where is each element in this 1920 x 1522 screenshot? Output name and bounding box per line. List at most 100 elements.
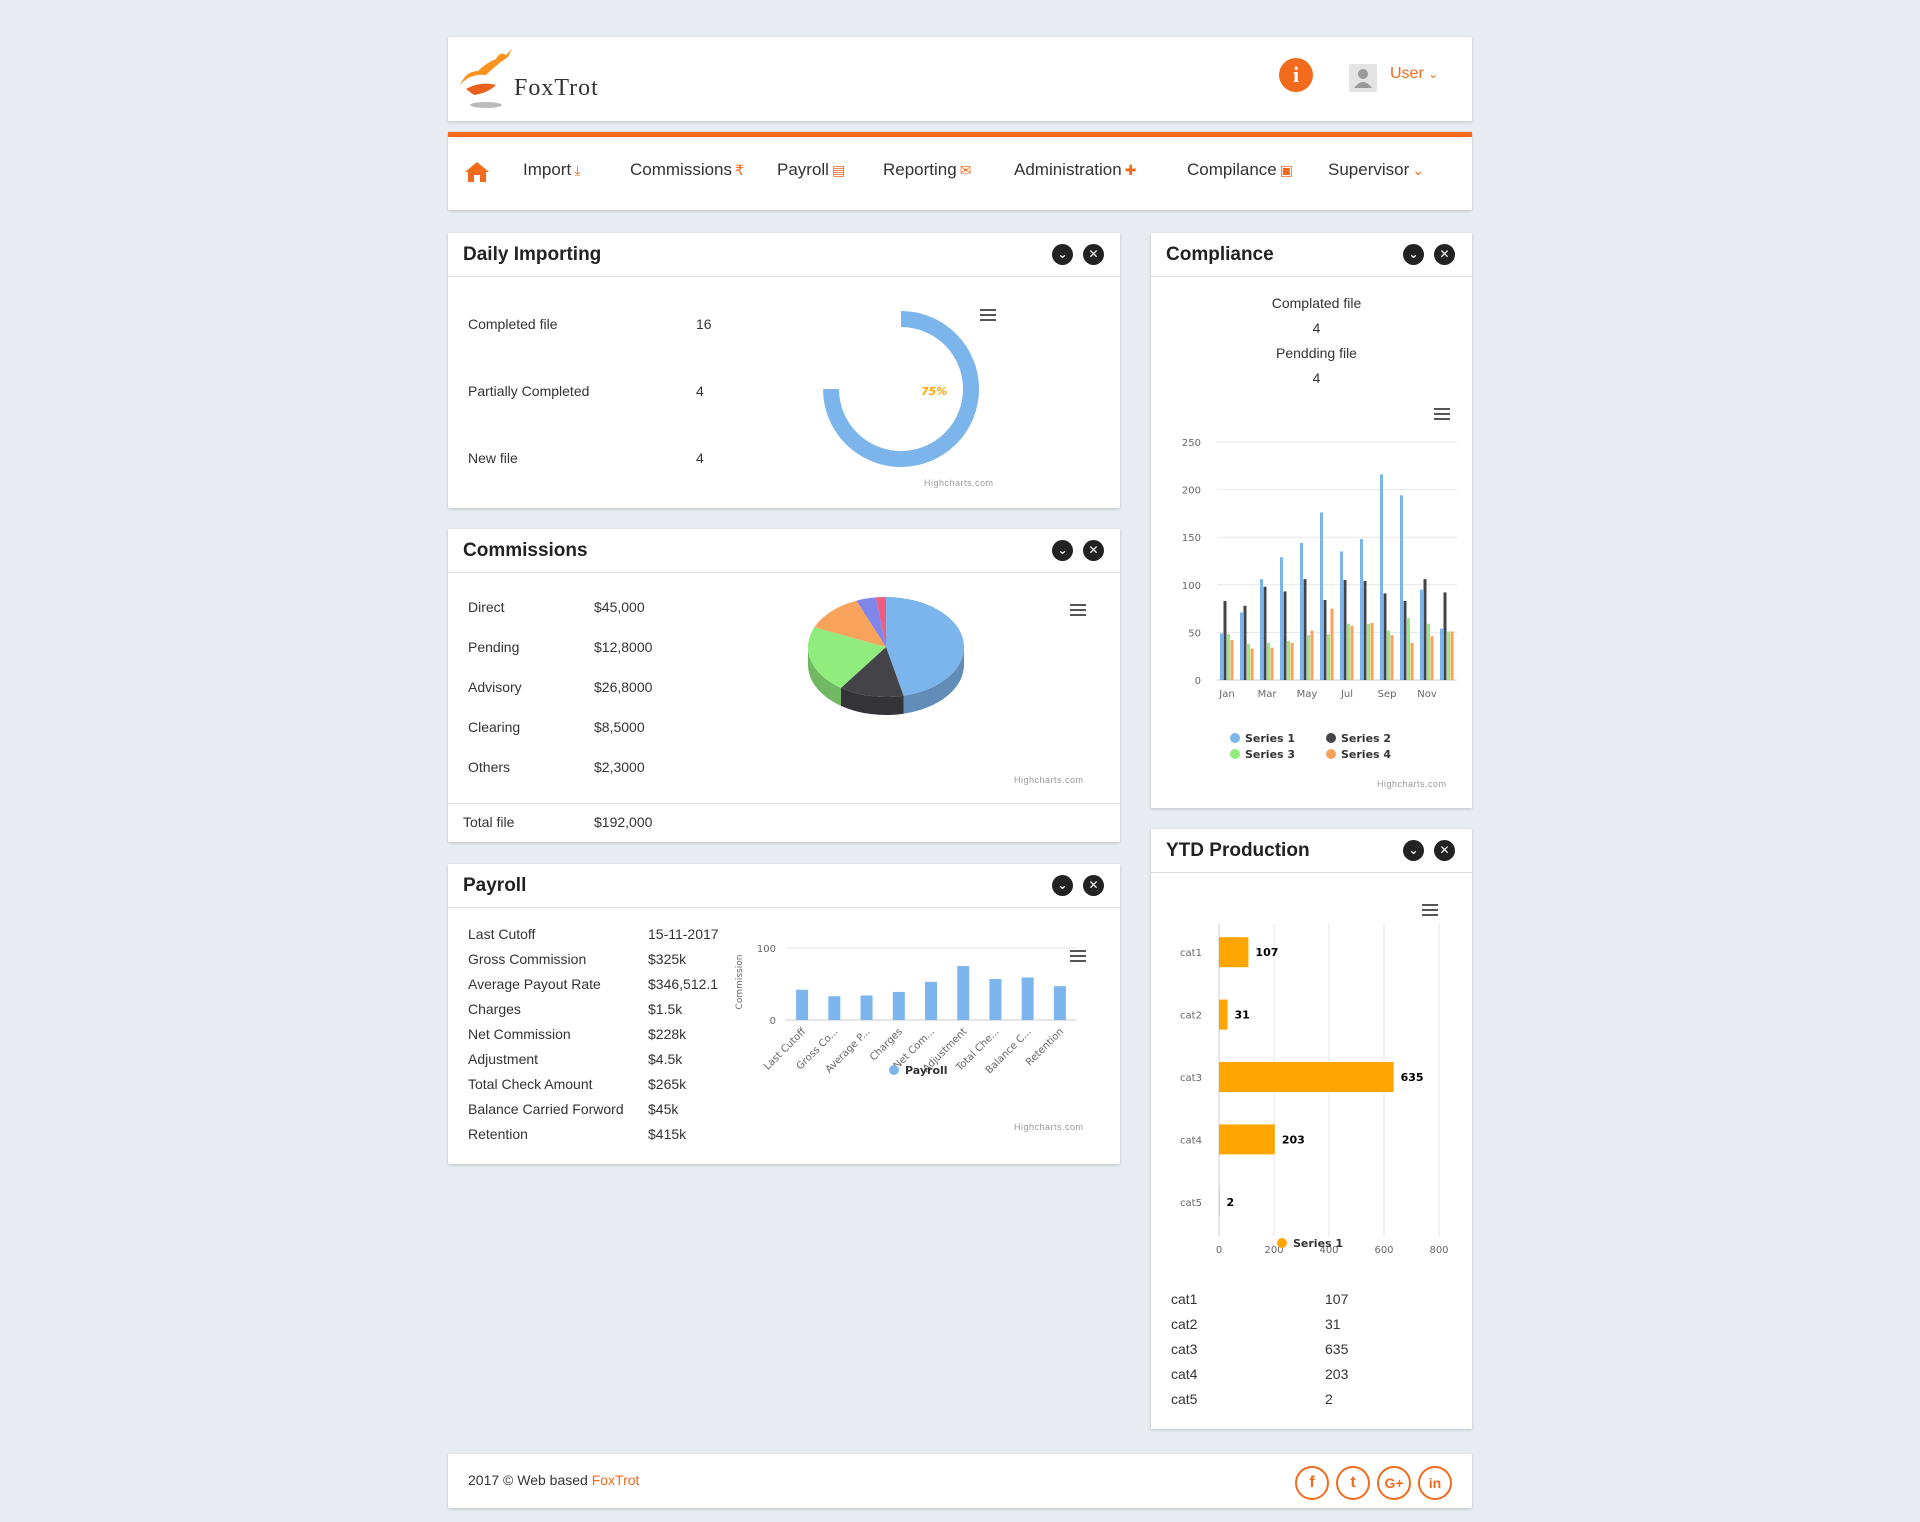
legend-marker <box>1326 733 1336 743</box>
compliance-bar <box>1420 589 1423 680</box>
collapse-icon[interactable]: ⌄ <box>1052 540 1073 561</box>
highcharts-credit[interactable]: Highcharts.com <box>1014 1122 1084 1132</box>
close-icon[interactable]: ✕ <box>1083 875 1104 896</box>
y-tick-label: cat3 <box>1180 1073 1202 1084</box>
legend-label[interactable]: Payroll <box>905 1064 948 1077</box>
compliance-bar <box>1230 640 1234 680</box>
compliance-bar <box>1367 623 1370 680</box>
compliance-bar <box>1323 600 1327 680</box>
compliance-bar <box>1350 625 1354 680</box>
compliance-bar <box>1447 631 1450 680</box>
row-value: $26,8000 <box>594 679 653 695</box>
y-tick-label: 50 <box>1188 628 1201 639</box>
collapse-icon[interactable]: ⌄ <box>1052 244 1073 265</box>
nav-import[interactable]: Import ⤓ <box>523 160 580 180</box>
compliance-bar <box>1363 580 1367 680</box>
linkedin-icon[interactable]: in <box>1418 1466 1452 1500</box>
x-tick-label: 800 <box>1429 1245 1448 1256</box>
legend-label[interactable]: Series 2 <box>1341 732 1391 745</box>
home-icon[interactable] <box>464 161 490 183</box>
user-avatar[interactable] <box>1349 64 1377 92</box>
top-header: FoxTrot i User ⌄ <box>448 37 1472 121</box>
close-icon[interactable]: ✕ <box>1434 840 1455 861</box>
x-tick-label: Sep <box>1378 689 1397 700</box>
google-plus-icon[interactable]: G+ <box>1377 1466 1411 1500</box>
payroll-bar <box>1053 986 1066 1020</box>
compliance-bar <box>1387 630 1390 680</box>
daily-importing-panel: Daily Importing ⌄ ✕ Completed file 16 Pa… <box>448 233 1120 508</box>
payroll-row-value: $265k <box>648 1076 687 1092</box>
highcharts-credit[interactable]: Highcharts.com <box>924 478 994 488</box>
collapse-icon[interactable]: ⌄ <box>1403 840 1424 861</box>
close-icon[interactable]: ✕ <box>1083 540 1104 561</box>
download-icon: ⤓ <box>574 162 581 178</box>
payroll-row-value: $45k <box>648 1101 679 1117</box>
nav-commissions-label: Commissions <box>630 160 733 179</box>
nav-payroll[interactable]: Payroll ▤ <box>777 160 845 180</box>
y-tick-label: 0 <box>1195 676 1201 687</box>
legend-marker <box>1277 1238 1287 1248</box>
payroll-bar <box>828 996 841 1020</box>
row-value: $2,3000 <box>594 759 645 775</box>
payroll-bar <box>989 978 1002 1020</box>
bar-data-label: 31 <box>1235 1009 1250 1022</box>
user-menu[interactable]: User ⌄ <box>1390 65 1438 83</box>
legend-label[interactable]: Series 3 <box>1245 748 1295 761</box>
compliance-bar <box>1340 551 1343 680</box>
ytd-row-value: 203 <box>1325 1366 1349 1382</box>
foxtrot-logo[interactable] <box>456 45 516 109</box>
chart-menu-icon[interactable] <box>980 309 996 321</box>
compliance-bar <box>1300 542 1303 680</box>
x-tick-label: Nov <box>1417 689 1437 700</box>
bar-data-label: 203 <box>1282 1133 1305 1146</box>
payroll-row-value: $346,512.1 <box>648 976 719 992</box>
footer-text: 2017 © Web based FoxTrot <box>468 1472 639 1488</box>
pending-value: 4 <box>1312 370 1321 386</box>
nav-compilance[interactable]: Compilance ▣ <box>1187 160 1293 180</box>
payroll-row-label: Retention <box>468 1126 528 1142</box>
panel-header: Payroll ⌄ ✕ <box>448 864 1120 908</box>
payroll-row-value: $325k <box>648 951 687 967</box>
legend-label[interactable]: Series 4 <box>1341 748 1391 761</box>
y-tick-label: 250 <box>1182 438 1201 449</box>
nav-reporting[interactable]: Reporting ✉ <box>883 160 971 180</box>
compliance-bar <box>1250 648 1254 680</box>
collapse-icon[interactable]: ⌄ <box>1052 875 1073 896</box>
y-tick-label: cat4 <box>1180 1135 1202 1146</box>
panel-header: Compliance ⌄ ✕ <box>1151 233 1472 277</box>
twitter-icon[interactable]: t <box>1336 1466 1370 1500</box>
nav-commissions[interactable]: Commissions ₹ <box>630 160 744 180</box>
info-icon[interactable]: i <box>1279 58 1313 92</box>
ytd-bar <box>1219 999 1228 1030</box>
close-icon[interactable]: ✕ <box>1434 244 1455 265</box>
panel-title: Compliance <box>1166 244 1274 265</box>
payroll-row-value: $415k <box>648 1126 687 1142</box>
payroll-row-value: 15-11-2017 <box>648 926 719 942</box>
chat-icon: ✉ <box>959 162 972 178</box>
y-tick-label: 200 <box>1182 486 1201 497</box>
row-label: Completed file <box>468 316 558 332</box>
chart-menu-icon[interactable] <box>1422 904 1438 916</box>
highcharts-credit[interactable]: Highcharts.com <box>1014 775 1084 785</box>
nav-administration[interactable]: Administration ✚ <box>1014 160 1136 180</box>
legend-label[interactable]: Series 1 <box>1245 732 1295 745</box>
chart-menu-icon[interactable] <box>1434 408 1450 420</box>
facebook-icon[interactable]: f <box>1295 1466 1329 1500</box>
nav-supervisor[interactable]: Supervisor ⌄ <box>1328 160 1424 180</box>
chart-menu-icon[interactable] <box>1070 604 1086 616</box>
ytd-row-label: cat4 <box>1171 1366 1198 1382</box>
footer-brand-link[interactable]: FoxTrot <box>592 1472 640 1488</box>
highcharts-credit[interactable]: Highcharts.com <box>1377 779 1447 789</box>
compliance-bar <box>1280 557 1283 680</box>
y-tick-label: 100 <box>1182 581 1201 592</box>
payroll-bar <box>892 991 905 1020</box>
close-icon[interactable]: ✕ <box>1083 244 1104 265</box>
compliance-bar <box>1360 539 1363 680</box>
collapse-icon[interactable]: ⌄ <box>1403 244 1424 265</box>
compliance-bar <box>1260 579 1263 680</box>
row-label: Partially Completed <box>468 383 590 399</box>
legend-label[interactable]: Series 1 <box>1293 1237 1343 1250</box>
chart-menu-icon[interactable] <box>1070 950 1086 962</box>
row-value: $8,5000 <box>594 719 645 735</box>
compliance-bar <box>1427 623 1430 680</box>
